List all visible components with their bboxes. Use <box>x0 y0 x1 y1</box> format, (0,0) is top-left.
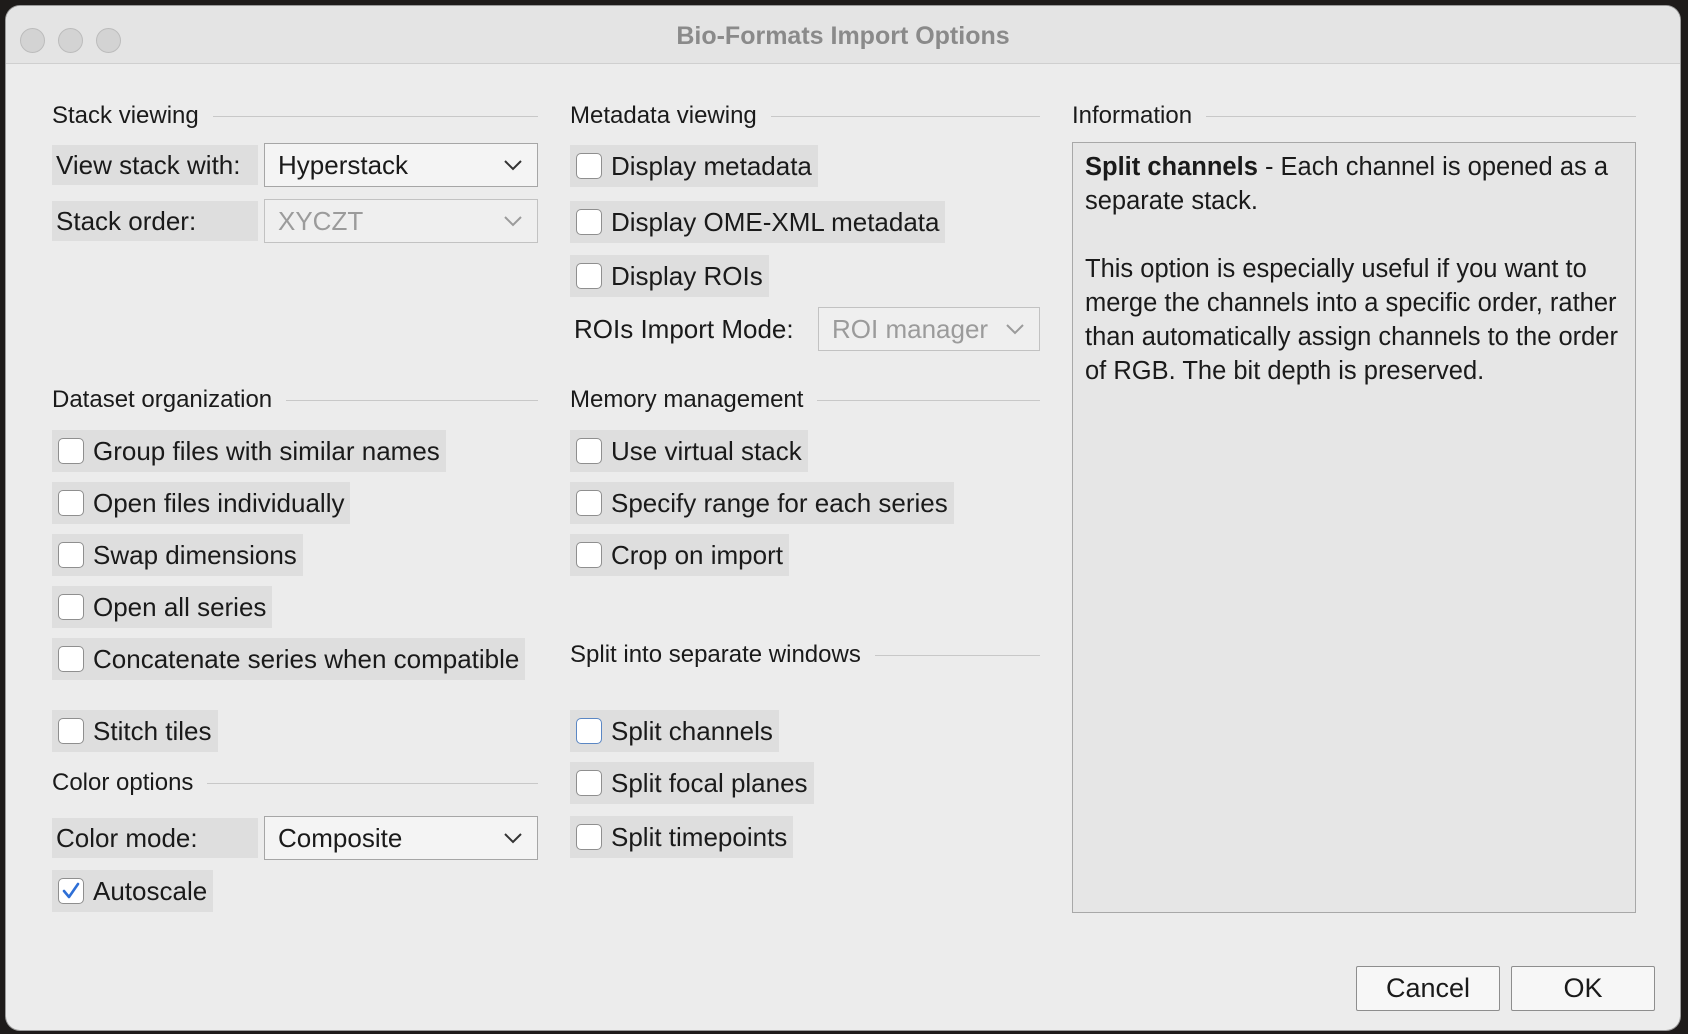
section-stack-viewing: Stack viewing <box>52 102 538 130</box>
title-bar: Bio-Formats Import Options <box>6 6 1680 64</box>
color-mode-select[interactable]: Composite <box>264 816 538 860</box>
display-metadata-checkbox[interactable]: Display metadata <box>570 145 818 187</box>
checkbox-box <box>576 263 602 289</box>
concatenate-series-checkbox[interactable]: Concatenate series when compatible <box>52 638 526 680</box>
chevron-down-icon <box>1006 324 1024 335</box>
autoscale-checkbox[interactable]: Autoscale <box>52 870 214 912</box>
checkbox-box <box>58 542 84 568</box>
information-lead: Split channels - Each channel is opened … <box>1085 153 1609 215</box>
information-heading: Split channels <box>1085 153 1258 181</box>
checkbox-box <box>576 438 602 464</box>
checkbox-box <box>58 490 84 516</box>
information-body: This option is especially useful if you … <box>1085 255 1618 385</box>
checkbox-box <box>576 718 602 744</box>
split-channels-checkbox[interactable]: Split channels <box>570 710 779 752</box>
stack-order-label: Stack order: <box>52 201 258 241</box>
rois-import-mode-select[interactable]: ROI manager <box>818 307 1040 351</box>
checkbox-box <box>58 718 84 744</box>
cancel-button[interactable]: Cancel <box>1356 966 1500 1011</box>
checkbox-box <box>58 438 84 464</box>
checkbox-box <box>58 878 84 904</box>
checkbox-box <box>576 490 602 516</box>
crop-on-import-checkbox[interactable]: Crop on import <box>570 534 789 576</box>
checkbox-box <box>576 770 602 796</box>
section-color-options: Color options <box>52 769 538 797</box>
chevron-down-icon <box>504 160 522 171</box>
checkbox-box <box>576 542 602 568</box>
window-title: Bio-Formats Import Options <box>676 22 1010 50</box>
checkbox-box <box>58 594 84 620</box>
swap-dimensions-checkbox[interactable]: Swap dimensions <box>52 534 303 576</box>
view-stack-label: View stack with: <box>52 145 258 185</box>
rois-import-mode-label: ROIs Import Mode: <box>574 314 794 344</box>
display-ome-xml-checkbox[interactable]: Display OME-XML metadata <box>570 201 946 243</box>
virtual-stack-checkbox[interactable]: Use virtual stack <box>570 430 808 472</box>
checkbox-box <box>576 153 602 179</box>
open-individually-checkbox[interactable]: Open files individually <box>52 482 351 524</box>
checkbox-box <box>58 646 84 672</box>
split-timepoints-checkbox[interactable]: Split timepoints <box>570 816 794 858</box>
split-focal-planes-checkbox[interactable]: Split focal planes <box>570 762 814 804</box>
stack-order-select[interactable]: XYCZT <box>264 199 538 243</box>
chevron-down-icon <box>504 216 522 227</box>
checkbox-box <box>576 209 602 235</box>
specify-range-checkbox[interactable]: Specify range for each series <box>570 482 954 524</box>
section-information: Information <box>1072 102 1636 130</box>
checkmark-icon <box>62 882 80 899</box>
group-files-checkbox[interactable]: Group files with similar names <box>52 430 446 472</box>
display-rois-checkbox[interactable]: Display ROIs <box>570 255 769 297</box>
information-panel: Split channels - Each channel is opened … <box>1072 142 1636 913</box>
open-all-series-checkbox[interactable]: Open all series <box>52 586 273 628</box>
checkbox-box <box>576 824 602 850</box>
section-metadata-viewing: Metadata viewing <box>570 102 1040 130</box>
stitch-tiles-checkbox[interactable]: Stitch tiles <box>52 710 218 752</box>
section-dataset-organization: Dataset organization <box>52 386 538 414</box>
import-options-dialog: Bio-Formats Import Options Stack viewing… <box>6 6 1680 1030</box>
chevron-down-icon <box>504 833 522 844</box>
section-memory-management: Memory management <box>570 386 1040 414</box>
section-split-windows: Split into separate windows <box>570 641 1040 669</box>
view-stack-select[interactable]: Hyperstack <box>264 143 538 187</box>
color-mode-label: Color mode: <box>52 818 258 858</box>
ok-button[interactable]: OK <box>1511 966 1655 1011</box>
